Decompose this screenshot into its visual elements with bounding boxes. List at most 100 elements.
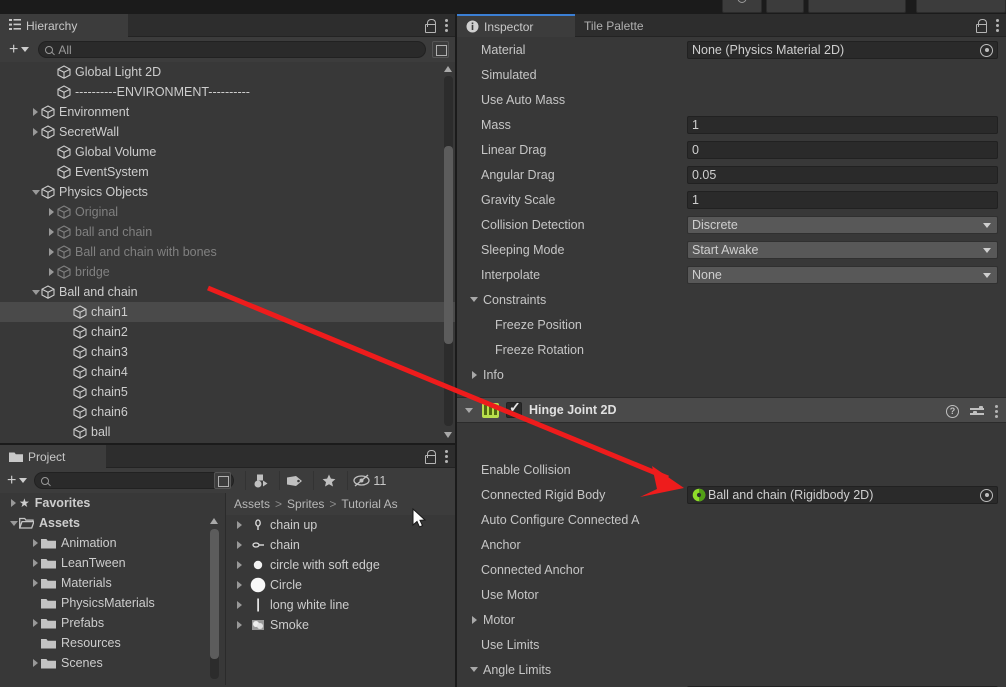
project-folder-animation[interactable]: Animation bbox=[0, 533, 225, 553]
foldout-collapsed-icon[interactable] bbox=[467, 616, 481, 624]
hierarchy-item-chain5[interactable]: chain5 bbox=[0, 382, 455, 402]
breadcrumb-item-sprites[interactable]: Sprites bbox=[287, 497, 324, 511]
filter-by-label-button[interactable] bbox=[279, 471, 309, 490]
hinge-joint-2d-header[interactable]: ✓ Hinge Joint 2D? bbox=[457, 397, 1006, 423]
hinge-joint-enabled-checkbox[interactable]: ✓ bbox=[506, 399, 522, 418]
expand-arrow-expanded[interactable] bbox=[30, 190, 41, 195]
expand-arrow-collapsed[interactable] bbox=[46, 228, 57, 236]
expand-arrow-collapsed[interactable] bbox=[30, 559, 41, 567]
asset-item-circle[interactable]: Circle bbox=[226, 575, 455, 595]
expand-arrow-collapsed[interactable] bbox=[234, 521, 245, 529]
angle-limits-foldout-row[interactable]: Angle Limits bbox=[457, 657, 1006, 682]
hierarchy-filter-button[interactable] bbox=[432, 41, 449, 58]
expand-arrow-collapsed[interactable] bbox=[30, 619, 41, 627]
favorites-filter-button[interactable] bbox=[313, 471, 343, 490]
expand-arrow-collapsed[interactable] bbox=[46, 248, 57, 256]
asset-item-chain[interactable]: chain bbox=[226, 535, 455, 555]
tab-project[interactable]: Project bbox=[0, 445, 106, 468]
project-folder-scenes[interactable]: Scenes bbox=[0, 653, 225, 673]
breadcrumb-item-tutorial-as[interactable]: Tutorial As bbox=[341, 497, 397, 511]
project-folder-leantween[interactable]: LeanTween bbox=[0, 553, 225, 573]
lock-icon[interactable] bbox=[975, 18, 987, 33]
hierarchy-item-environment[interactable]: Environment bbox=[0, 102, 455, 122]
hierarchy-item-global-light-2d[interactable]: Global Light 2D bbox=[0, 62, 455, 82]
hierarchy-item-chain1[interactable]: chain1 bbox=[0, 302, 455, 322]
foldout-expanded-icon[interactable] bbox=[467, 297, 481, 302]
asset-item-circle-with-soft-edge[interactable]: circle with soft edge bbox=[226, 555, 455, 575]
tab-hierarchy[interactable]: Hierarchy bbox=[0, 14, 128, 37]
constraints-foldout-row[interactable]: Constraints bbox=[457, 287, 1006, 312]
foldout-collapsed-icon[interactable] bbox=[467, 371, 481, 379]
expand-arrow-expanded[interactable] bbox=[30, 290, 41, 295]
expand-arrow-collapsed[interactable] bbox=[8, 499, 19, 507]
project-folder-tree[interactable]: ★ Favorites Assets Animation LeanTween Materi… bbox=[0, 493, 226, 685]
expand-arrow-collapsed[interactable] bbox=[46, 268, 57, 276]
project-tree-scrollbar[interactable] bbox=[210, 529, 219, 679]
breadcrumb[interactable]: Assets > Sprites > Tutorial As bbox=[226, 493, 455, 515]
property-linear-drag-input[interactable]: 0 bbox=[687, 140, 998, 159]
hierarchy-item-environment[interactable]: ----------ENVIRONMENT---------- bbox=[0, 82, 455, 102]
kebab-menu-icon[interactable] bbox=[995, 404, 999, 418]
property-collision-detection-dropdown[interactable]: Discrete bbox=[687, 215, 998, 234]
hierarchy-item-physics-objects[interactable]: Physics Objects bbox=[0, 182, 455, 202]
create-asset-button[interactable]: + bbox=[4, 471, 30, 490]
project-folder-favorites[interactable]: ★ Favorites bbox=[0, 493, 225, 513]
preset-settings-icon[interactable] bbox=[970, 405, 984, 417]
project-folder-prefabs[interactable]: Prefabs bbox=[0, 613, 225, 633]
hierarchy-item-ball-and-chain-with-bones[interactable]: Ball and chain with bones bbox=[0, 242, 455, 262]
expand-arrow-collapsed[interactable] bbox=[234, 581, 245, 589]
hidden-packages-button[interactable]: 11 bbox=[347, 471, 391, 490]
expand-arrow-expanded[interactable] bbox=[8, 521, 19, 526]
project-folder-physicsmaterials[interactable]: PhysicsMaterials bbox=[0, 593, 225, 613]
expand-arrow-collapsed[interactable] bbox=[234, 541, 245, 549]
hierarchy-item-ball-and-chain[interactable]: ball and chain bbox=[0, 222, 455, 242]
project-folder-assets[interactable]: Assets bbox=[0, 513, 225, 533]
property-gravity-scale-input[interactable]: 1 bbox=[687, 190, 998, 209]
hierarchy-tree[interactable]: Global Light 2D ----------ENVIRONMENT----… bbox=[0, 62, 455, 441]
toolbar-button-3[interactable] bbox=[808, 0, 906, 13]
kebab-menu-icon[interactable] bbox=[445, 450, 449, 464]
connected-rigid-body-field[interactable]: Ball and chain (Rigidbody 2D) bbox=[687, 485, 998, 504]
add-gameobject-button[interactable]: + bbox=[6, 40, 32, 59]
motor-foldout-row[interactable]: Motor bbox=[457, 607, 1006, 632]
lock-icon[interactable] bbox=[424, 18, 436, 33]
expand-arrow-collapsed[interactable] bbox=[30, 579, 41, 587]
hierarchy-item-secretwall[interactable]: SecretWall bbox=[0, 122, 455, 142]
expand-arrow-collapsed[interactable] bbox=[30, 539, 41, 547]
property-mass-input[interactable]: 1 bbox=[687, 115, 998, 134]
hierarchy-scroll-up[interactable] bbox=[444, 64, 453, 73]
kebab-menu-icon[interactable] bbox=[445, 19, 449, 33]
hierarchy-item-global-volume[interactable]: Global Volume bbox=[0, 142, 455, 162]
tab-tile-palette[interactable]: Tile Palette bbox=[575, 14, 683, 37]
project-tree-scroll-up[interactable] bbox=[210, 516, 219, 525]
kebab-menu-icon[interactable] bbox=[996, 19, 1000, 33]
project-folder-resources[interactable]: Resources bbox=[0, 633, 225, 653]
asset-item-long-white-line[interactable]: long white line bbox=[226, 595, 455, 615]
hierarchy-item-original[interactable]: Original bbox=[0, 202, 455, 222]
breadcrumb-item-assets[interactable]: Assets bbox=[234, 497, 270, 511]
hierarchy-item-chain4[interactable]: chain4 bbox=[0, 362, 455, 382]
hierarchy-item-chain2[interactable]: chain2 bbox=[0, 322, 455, 342]
property-angular-drag-input[interactable]: 0.05 bbox=[687, 165, 998, 184]
project-folder-materials[interactable]: Materials bbox=[0, 573, 225, 593]
help-icon[interactable]: ? bbox=[946, 404, 959, 418]
object-picker-icon[interactable] bbox=[980, 488, 993, 502]
project-search-expand-button[interactable] bbox=[214, 472, 232, 489]
expand-arrow-collapsed[interactable] bbox=[30, 128, 41, 136]
asset-item-chain-up[interactable]: chain up bbox=[226, 515, 455, 535]
expand-arrow-collapsed[interactable] bbox=[234, 601, 245, 609]
toolbar-button-2[interactable] bbox=[766, 0, 804, 13]
hierarchy-item-chain3[interactable]: chain3 bbox=[0, 342, 455, 362]
tab-inspector[interactable]: Inspector bbox=[457, 14, 575, 37]
filter-by-type-button[interactable] bbox=[245, 471, 275, 490]
property-interpolate-dropdown[interactable]: None bbox=[687, 265, 998, 284]
expand-arrow-collapsed[interactable] bbox=[46, 208, 57, 216]
expand-arrow-collapsed[interactable] bbox=[30, 659, 41, 667]
info-foldout-row[interactable]: Info bbox=[457, 362, 1006, 387]
expand-arrow-collapsed[interactable] bbox=[234, 621, 245, 629]
toolbar-button-4[interactable] bbox=[916, 0, 1006, 13]
foldout-expanded-icon[interactable] bbox=[463, 408, 475, 413]
foldout-expanded-icon[interactable] bbox=[467, 667, 481, 672]
hierarchy-item-eventsystem[interactable]: EventSystem bbox=[0, 162, 455, 182]
hierarchy-scrollbar[interactable] bbox=[444, 76, 453, 426]
